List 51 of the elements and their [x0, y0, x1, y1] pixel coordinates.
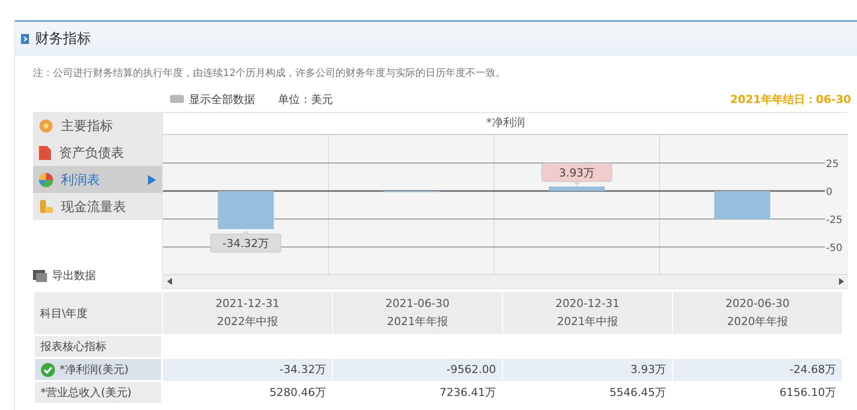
table-row[interactable]: 报表核心指标 [34, 334, 842, 358]
bar [218, 190, 274, 229]
row-label: *净利润(美元) [60, 362, 129, 377]
coins-icon [39, 200, 53, 214]
axis-tick-label: -50 [826, 242, 842, 254]
unit-label: 单位：美元 [278, 92, 333, 106]
header-date: 2021-06-30 [384, 296, 450, 312]
menu-item[interactable]: 现金流量表 [33, 193, 162, 220]
table-cell: 3.93万 [502, 358, 672, 381]
table-cell: -9562.00 [332, 358, 502, 381]
bar [714, 190, 770, 219]
header-report: 2021年年报 [386, 314, 449, 330]
note-text: 注：公司进行财务结算的执行年度，由连续12个历月构成，许多公司的财务年度与实际的日历年度不一致。 [32, 66, 507, 81]
menu-item[interactable]: 主要指标 [33, 112, 162, 139]
table-row[interactable]: *净利润(美元) -34.32万 -9562.00 3.93万 -24.68万 [34, 358, 842, 381]
header-report: 2022年中报 [216, 314, 279, 330]
ball-icon [39, 172, 53, 186]
triangle-icon [148, 174, 156, 184]
scrollbar[interactable] [163, 274, 848, 288]
table-row[interactable]: *营业总收入(美元) 5280.46万 7236.41万 5546.45万 6156.10万 [34, 381, 842, 404]
header-report: 2020年年报 [726, 314, 789, 330]
annotation: -34.32万 [222, 236, 269, 250]
export-link[interactable]: 导出数据 [52, 268, 96, 283]
table-cell: -34.32万 [162, 358, 332, 381]
toggle-icon [170, 95, 184, 103]
flower-icon [39, 118, 53, 132]
axis-tick-label: 25 [826, 158, 839, 170]
axis-tick-label: 0 [826, 186, 832, 198]
left-arrow-icon [167, 278, 172, 286]
bar [548, 186, 605, 191]
row-label: *营业总收入(美元) [40, 385, 132, 400]
show-all-link[interactable]: 显示全部数据 [189, 92, 255, 106]
table-header-cell: 科目\年度 [34, 292, 162, 334]
value-callout: -34.32万 [210, 230, 282, 252]
year-end-label: 2021年年结日：06-30 [730, 92, 851, 106]
annotation: 3.93万 [559, 166, 594, 180]
header-date: 2020-06-30 [724, 296, 790, 312]
document-icon [39, 146, 51, 160]
axis-tick-label: -25 [826, 214, 842, 226]
export-icon [33, 270, 47, 282]
right-arrow-icon [839, 278, 844, 286]
menu-item[interactable]: 资产负债表 [33, 139, 162, 166]
header-report: 2021年中报 [556, 314, 619, 330]
row-label: 报表核心指标 [40, 339, 106, 354]
header-date: 2021-12-31 [214, 296, 280, 312]
table-cell: -24.68万 [672, 358, 842, 381]
section-title: 财务指标 [35, 30, 91, 48]
arrow-icon [21, 34, 29, 44]
check-icon [40, 362, 54, 376]
value-callout: 3.93万 [541, 162, 612, 186]
header-date: 2020-12-31 [554, 296, 620, 312]
